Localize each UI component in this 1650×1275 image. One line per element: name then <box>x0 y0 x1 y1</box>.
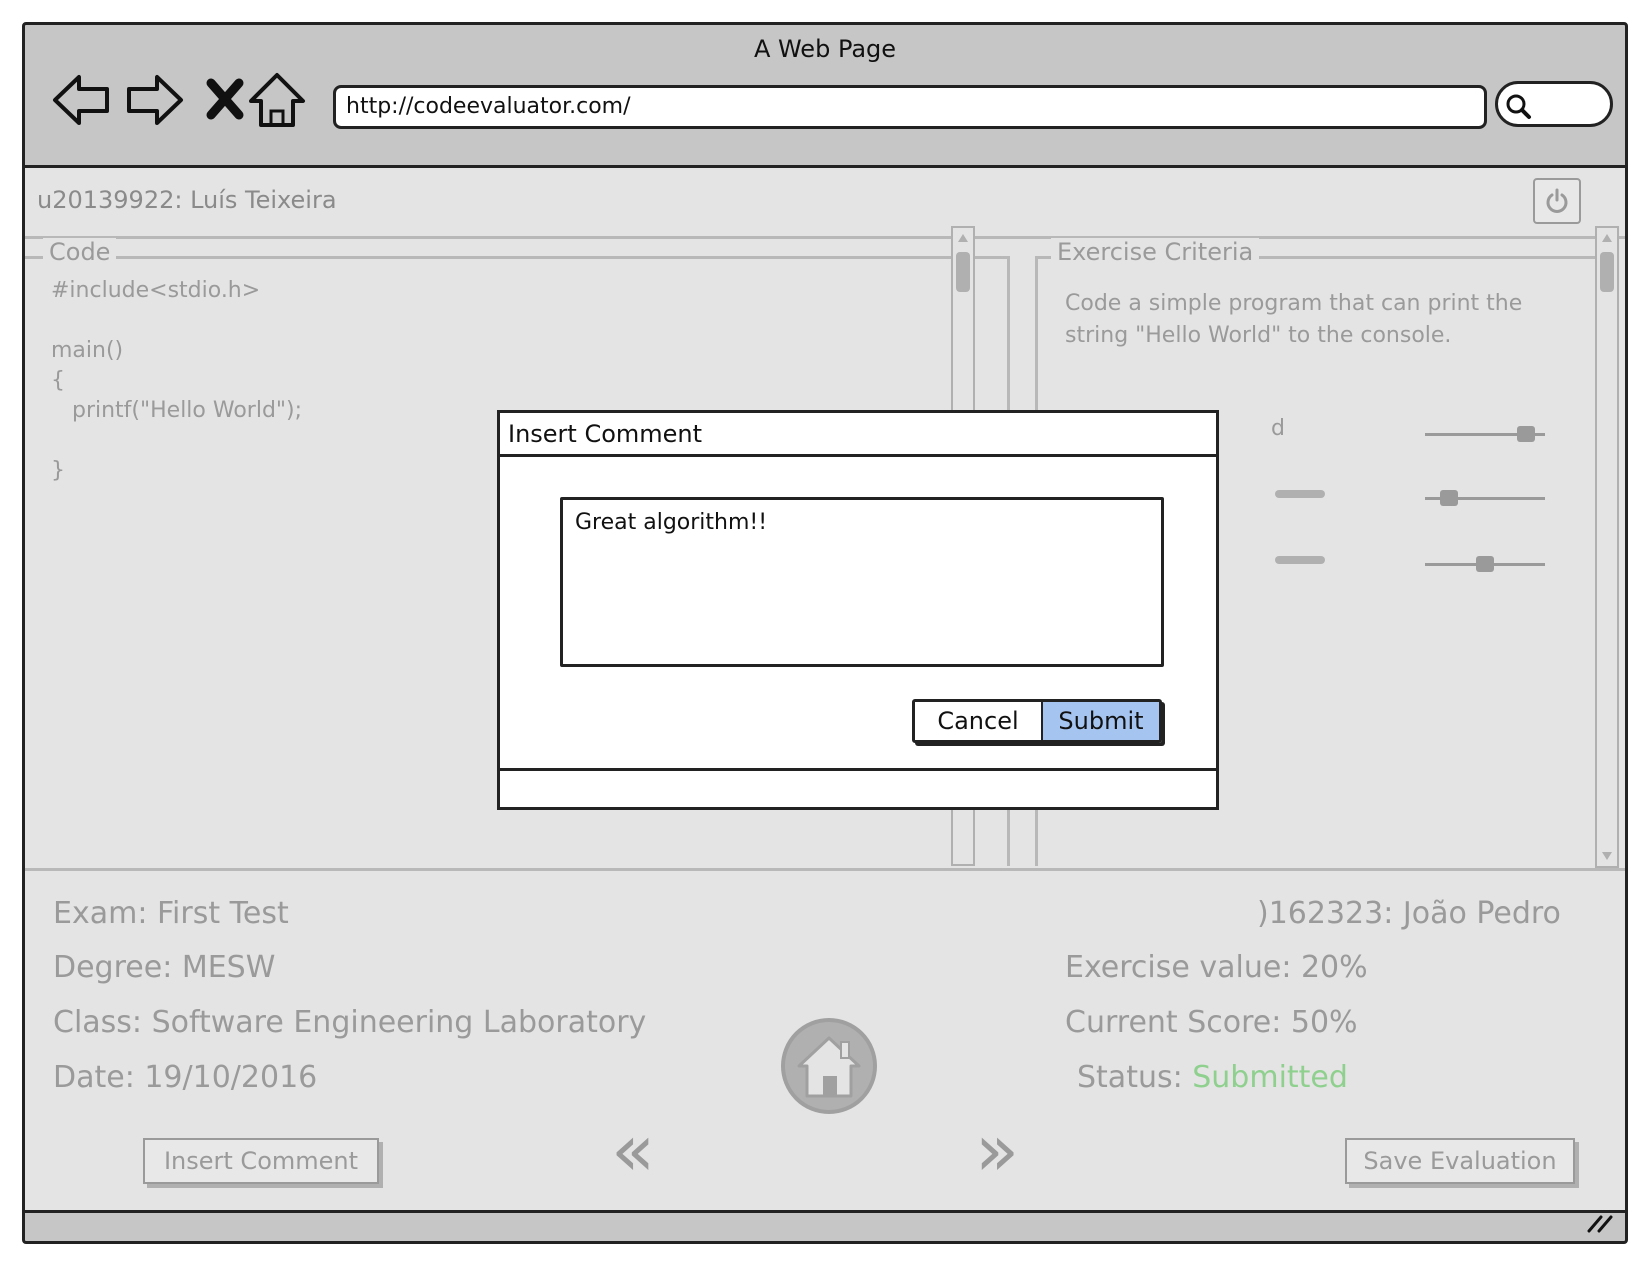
status-bar-divider <box>25 1210 1625 1213</box>
panel-divider <box>25 868 1625 871</box>
status-badge: Submitted <box>1192 1060 1348 1095</box>
previous-button[interactable]: « <box>611 1114 655 1186</box>
exercise-value-info: Exercise value: 20% <box>1065 950 1368 985</box>
slider-knob[interactable] <box>1440 490 1458 506</box>
code-line: } <box>51 458 65 483</box>
home-button[interactable] <box>781 1018 877 1114</box>
next-button[interactable]: » <box>975 1114 1019 1186</box>
criterion-slider[interactable] <box>1425 488 1545 508</box>
user-label: u20139922: Luís Teixeira <box>37 186 337 214</box>
scroll-down-icon[interactable] <box>1600 850 1614 862</box>
code-line: #include<stdio.h> <box>51 278 261 303</box>
status-info: Status: Submitted <box>1077 1060 1348 1095</box>
degree-info: Degree: MESW <box>53 950 276 985</box>
date-info: Date: 19/10/2016 <box>53 1060 318 1095</box>
search-icon <box>1506 94 1531 119</box>
class-info: Class: Software Engineering Laboratory <box>53 1005 647 1040</box>
criterion-slider[interactable] <box>1425 424 1545 444</box>
student-info: )162323: João Pedro <box>1257 896 1561 931</box>
forward-arrow-icon[interactable] <box>119 67 187 133</box>
cancel-button[interactable]: Cancel <box>915 702 1043 740</box>
code-listing: #include<stdio.h> main() { printf("Hello… <box>51 276 302 486</box>
code-line: printf("Hello World"); <box>51 398 303 423</box>
save-evaluation-button[interactable]: Save Evaluation <box>1345 1138 1575 1184</box>
criterion-slider[interactable] <box>1425 554 1545 574</box>
search-box[interactable] <box>1495 81 1613 127</box>
criterion-label-scribble <box>1275 556 1325 564</box>
logout-button[interactable] <box>1533 178 1581 224</box>
power-icon <box>1546 188 1568 213</box>
header-divider <box>25 236 1625 239</box>
code-scrollbar-thumb[interactable] <box>956 252 970 292</box>
status-label: Status: <box>1077 1060 1183 1095</box>
code-line: main() <box>51 338 124 363</box>
current-score-info: Current Score: 50% <box>1065 1005 1358 1040</box>
criteria-description: Code a simple program that can print the… <box>1065 291 1523 348</box>
window-title: A Web Page <box>753 35 897 63</box>
back-arrow-icon[interactable] <box>49 67 117 133</box>
comment-textarea[interactable]: Great algorithm!! <box>560 497 1164 667</box>
criteria-scrollbar[interactable] <box>1595 226 1619 868</box>
code-panel-legend: Code <box>43 238 117 266</box>
scroll-up-icon[interactable] <box>956 232 970 244</box>
home-icon[interactable] <box>243 67 311 133</box>
criterion-label-scribble <box>1275 490 1325 498</box>
criterion-label: d <box>1271 416 1285 441</box>
scroll-up-icon[interactable] <box>1600 232 1614 244</box>
insert-comment-dialog: Insert Comment Great algorithm!! Cancel … <box>497 410 1219 810</box>
criteria-scrollbar-thumb[interactable] <box>1600 252 1614 292</box>
house-icon <box>797 1036 861 1098</box>
dialog-title: Insert Comment <box>500 413 1216 457</box>
submit-button[interactable]: Submit <box>1043 702 1159 740</box>
slider-knob[interactable] <box>1517 426 1535 442</box>
code-line: { <box>51 368 65 393</box>
resize-grip-icon[interactable] <box>1585 1209 1615 1233</box>
exam-info: Exam: First Test <box>53 896 289 931</box>
dialog-button-group: Cancel Submit <box>912 699 1162 743</box>
slider-knob[interactable] <box>1476 556 1494 572</box>
insert-comment-button[interactable]: Insert Comment <box>143 1138 379 1184</box>
url-bar[interactable]: http://codeevaluator.com/ <box>333 85 1487 129</box>
criteria-panel-legend: Exercise Criteria <box>1051 238 1260 266</box>
dialog-footer-divider <box>500 768 1216 771</box>
